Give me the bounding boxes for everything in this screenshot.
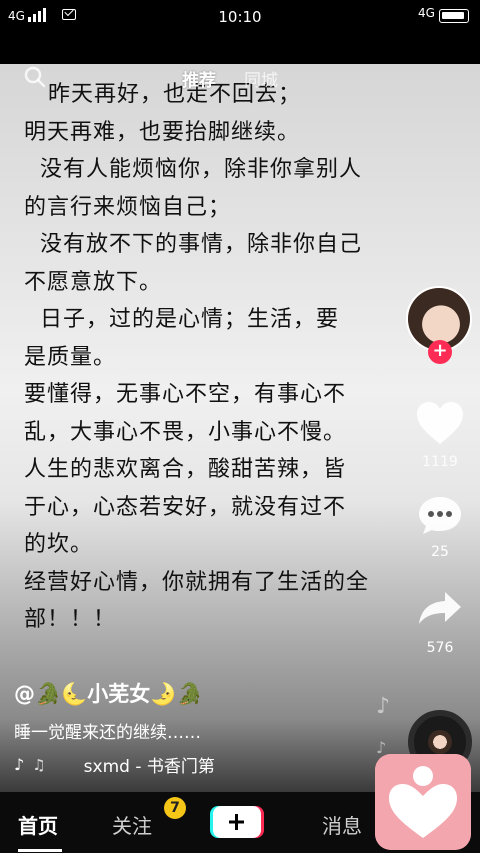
post-line: 乱，大事心不畏，小事心不慢。 [24,419,347,445]
post-line: 人生的悲欢离合，酸甜苦辣，皆 [24,457,347,482]
post-line: 的言行来烦恼自己； [24,194,232,220]
music-note-icon: ♪ [14,755,25,774]
battery-icon [439,9,469,23]
post-line: 是质量。 [24,344,117,370]
floating-note-icon: ♪ [376,694,391,719]
video-description: 睡一觉醒来还的继续…… [14,723,201,743]
share-icon[interactable] [417,588,463,628]
post-line: 没有放不下的事情，除非你自己 [24,232,363,257]
original-tag-icon: ♫ [32,755,46,774]
post-line: 部！！！ [24,607,117,632]
follow-plus-button[interactable]: + [428,340,452,364]
post-line: 经营好心情，你就拥有了生活的全 [24,569,370,595]
post-line: 的坎。 [24,532,94,557]
clock: 10:10 [218,8,262,26]
post-line: 日子，过的是心情；生活，要 [24,307,340,332]
network-indicator-right: 4G [418,6,435,20]
comment-count: 25 [431,544,449,560]
top-tabs: 推荐 同城 [182,66,278,91]
post-text: 昨天再好，也走不回去； 明天再难，也要抬脚继续。 没有人能烦恼你，除非你拿别人 的言… [24,76,454,639]
search-icon[interactable] [24,66,46,88]
post-line: 不愿意放下。 [24,269,163,295]
floating-app-icon[interactable] [375,754,471,850]
like-count: 1119 [422,454,458,470]
create-button[interactable] [210,806,264,838]
author-name[interactable]: @🐊🌜小芜女🌛🐊 [14,678,203,708]
nav-follow[interactable]: 关注 [112,810,152,839]
active-tab-indicator [18,849,62,852]
post-line: 要懂得，无事心不空，有事心不 [24,382,347,407]
nav-home[interactable]: 首页 [18,810,58,839]
heart-icon[interactable] [415,400,465,446]
comment-icon[interactable] [417,494,463,536]
post-line: 于心，心态若安好，就没有过不 [24,494,347,520]
share-count: 576 [426,640,454,656]
status-bar: 4G 10:10 4G [0,0,480,34]
nav-messages[interactable]: 消息 [322,810,362,839]
post-line: 没有人能烦恼你，除非你拿别人 [24,157,363,182]
music-row[interactable]: ♪ ♫ sxmd - 书香门第 [14,752,215,777]
post-line: 明天再难，也要抬脚继续。 [24,119,301,145]
music-title: sxmd - 书香门第 [83,757,215,777]
follow-badge: 7 [164,797,186,819]
tab-recommend[interactable]: 推荐 [182,66,216,91]
tab-local[interactable]: 同城 [244,66,278,91]
